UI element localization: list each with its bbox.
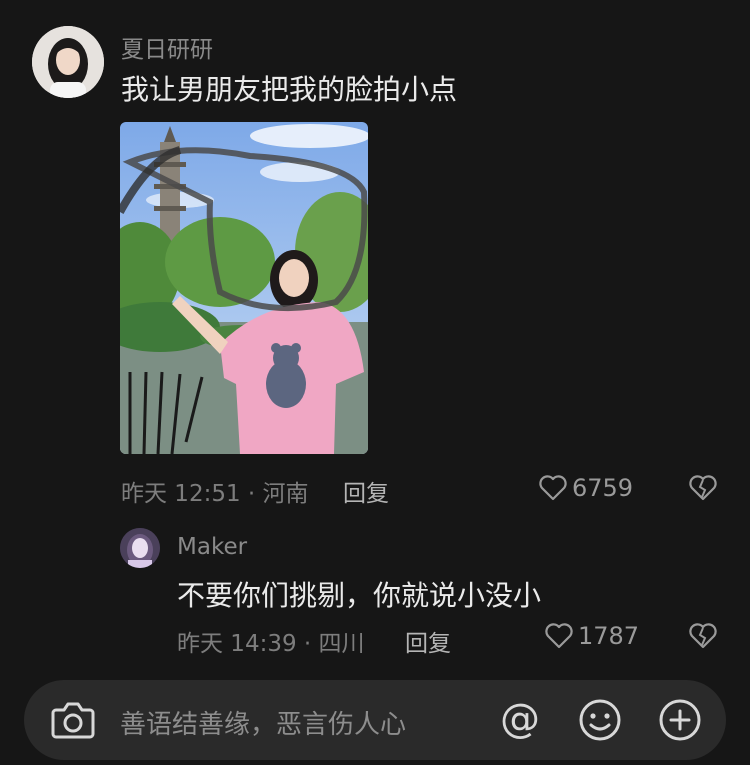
emoji-button[interactable] <box>576 696 624 748</box>
like-button[interactable]: 6759 <box>538 474 633 502</box>
comment-image[interactable] <box>120 122 368 454</box>
avatar[interactable] <box>32 26 104 98</box>
photo-illustration <box>120 122 368 454</box>
avatar-photo <box>120 528 160 568</box>
mention-button[interactable]: @ <box>496 696 544 748</box>
comment-meta: 昨天 14:39 · 四川 <box>177 631 365 657</box>
comment-text: 不要你们挑剔，你就说小没小 <box>177 579 542 612</box>
comment-username[interactable]: 夏日研研 <box>121 30 213 64</box>
svg-text:@: @ <box>500 696 540 742</box>
like-count: 1787 <box>578 622 640 650</box>
comment-input[interactable]: 善语结善缘，恶言伤人心 <box>120 704 406 741</box>
add-button[interactable] <box>656 696 704 748</box>
heart-icon <box>545 623 573 649</box>
broken-heart-icon <box>689 475 717 501</box>
comment-text: 我让男朋友把我的脸拍小点 <box>121 73 458 106</box>
broken-heart-icon <box>689 623 717 649</box>
camera-button[interactable] <box>50 698 96 746</box>
emoji-icon <box>579 699 621 741</box>
at-icon: @ <box>500 696 540 742</box>
like-count: 6759 <box>572 474 634 502</box>
plus-icon <box>659 699 701 741</box>
camera-icon <box>51 702 95 739</box>
dislike-button[interactable] <box>688 622 718 654</box>
avatar-photo <box>32 26 104 98</box>
comment-meta: 昨天 12:51 · 河南 <box>121 481 309 507</box>
like-button[interactable]: 1787 <box>544 622 639 650</box>
comment-input-bar: 善语结善缘，恶言伤人心 @ <box>24 680 726 760</box>
reply-button[interactable]: 回复 <box>405 624 451 658</box>
heart-icon <box>539 475 567 501</box>
comment-username[interactable]: Maker <box>177 534 247 560</box>
reply-button[interactable]: 回复 <box>343 474 389 508</box>
dislike-button[interactable] <box>688 474 718 506</box>
avatar[interactable] <box>120 528 160 568</box>
